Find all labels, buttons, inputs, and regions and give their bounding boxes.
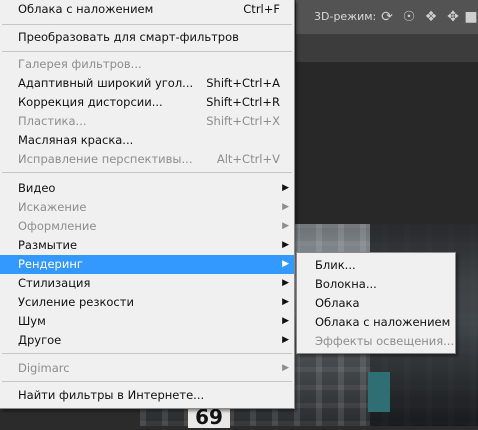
menu-item-label: Усиление резкости [18,295,134,309]
menu-item-label: Рендеринг [18,257,83,271]
submenu-arrow-icon: ▶ [282,297,289,307]
submenu-item-difference-clouds[interactable]: Облака с наложением [297,313,455,332]
submenu-arrow-icon: ▶ [282,316,289,326]
menu-item-label: Найти фильтры в Интернете... [18,388,205,402]
menu-separator [2,381,292,382]
submenu-arrow-icon: ▶ [282,335,289,345]
menu-item-blur[interactable]: Размытие ▶ [0,236,294,255]
submenu-arrow-icon: ▶ [282,278,289,288]
menu-item-other[interactable]: Другое ▶ [0,331,294,350]
menu-separator [2,353,292,354]
menu-item-shortcut: Shift+Ctrl+A [206,76,280,90]
menu-item-shortcut: Ctrl+F [243,2,280,16]
menu-item-label: Преобразовать для смарт-фильтров [18,30,239,44]
menu-separator [2,172,292,173]
menu-item-digimarc[interactable]: Digimarc ▶ [0,359,294,378]
menu-item-label: Исправление перспективы... [18,152,193,166]
3d-pan-icon[interactable]: ❖ [422,8,440,26]
menu-item-label: Digimarc [18,361,70,375]
3d-scale-icon[interactable]: ■ [462,8,478,26]
submenu-arrow-icon: ▶ [282,183,289,193]
submenu-item-lighting-effects[interactable]: Эффекты освещения... [297,332,455,351]
menu-item-oil-paint[interactable]: Масляная краска... [0,131,294,150]
submenu-item-clouds[interactable]: Облака [297,294,455,313]
menu-item-video[interactable]: Видео ▶ [0,179,294,198]
menu-item-artistic[interactable]: Оформление ▶ [0,217,294,236]
menu-item-filter-gallery[interactable]: Галерея фильтров... [0,55,294,74]
menu-item-adaptive-wide-angle[interactable]: Адаптивный широкий угол... Shift+Ctrl+A [0,74,294,93]
3d-rotate-icon[interactable]: ⟳ [378,8,396,26]
menu-item-label: Другое [18,333,62,347]
submenu-arrow-icon: ▶ [282,363,289,373]
menu-item-label: Искажение [18,200,87,214]
menu-item-label: Галерея фильтров... [18,57,142,71]
submenu-arrow-icon: ▶ [282,202,289,212]
menu-item-noise[interactable]: Шум ▶ [0,312,294,331]
menu-item-label: Видео [18,181,56,195]
menu-item-label: Эффекты освещения... [315,334,455,348]
menu-item-stylize[interactable]: Стилизация ▶ [0,274,294,293]
submenu-arrow-icon: ▶ [282,259,289,269]
menu-item-label: Адаптивный широкий угол... [18,76,194,90]
menu-item-label: Пластика... [18,114,87,128]
menu-item-label: Шум [18,314,46,328]
submenu-arrow-icon: ▶ [282,240,289,250]
submenu-item-lens-flare[interactable]: Блик... [297,256,455,275]
menu-item-render[interactable]: Рендеринг ▶ [0,255,294,274]
menu-item-sharpen[interactable]: Усиление резкости ▶ [0,293,294,312]
document-tab-bar [296,34,478,62]
menu-item-label: Облака с наложением [18,2,154,16]
menu-item-vanishing-point[interactable]: Исправление перспективы... Alt+Ctrl+V [0,150,294,169]
menu-item-label: Блик... [315,258,356,272]
menu-item-label: Коррекция дисторсии... [18,95,163,109]
menu-item-label: Размытие [18,238,78,252]
submenu-item-fibers[interactable]: Волокна... [297,275,455,294]
menu-item-browse-filters-online[interactable]: Найти фильтры в Интернете... [0,386,294,405]
menu-item-label: Стилизация [18,276,91,290]
menu-item-label: Оформление [18,219,97,233]
3d-slide-icon[interactable]: ✥ [444,8,462,26]
options-bar: 3D-режим: ⟳ ☉ ❖ ✥ ■ [296,0,478,35]
image-sign [368,372,390,412]
menu-item-label: Масляная краска... [18,133,134,147]
menu-item-label: Волокна... [315,277,377,291]
menu-item-distort[interactable]: Искажение ▶ [0,198,294,217]
menu-item-liquify[interactable]: Пластика... Shift+Ctrl+X [0,112,294,131]
submenu-arrow-icon: ▶ [282,221,289,231]
menu-item-shortcut: Shift+Ctrl+R [206,95,280,109]
3d-roll-icon[interactable]: ☉ [400,8,418,26]
menu-item-label: Облака [315,296,360,310]
menu-separator [2,24,292,25]
menu-item-shortcut: Shift+Ctrl+X [206,114,280,128]
menu-item-lens-correction[interactable]: Коррекция дисторсии... Shift+Ctrl+R [0,93,294,112]
filter-menu: Облака с наложением Ctrl+F Преобразовать… [0,0,295,409]
menu-separator [2,51,292,52]
menu-item-last-filter[interactable]: Облака с наложением Ctrl+F [0,0,294,19]
menu-item-shortcut: Alt+Ctrl+V [216,152,280,166]
3d-mode-label: 3D-режим: [314,10,377,23]
menu-item-convert-smart-filters[interactable]: Преобразовать для смарт-фильтров [0,28,294,47]
menu-item-label: Облака с наложением [315,315,451,329]
render-submenu: Блик... Волокна... Облака Облака с налож… [296,252,456,354]
